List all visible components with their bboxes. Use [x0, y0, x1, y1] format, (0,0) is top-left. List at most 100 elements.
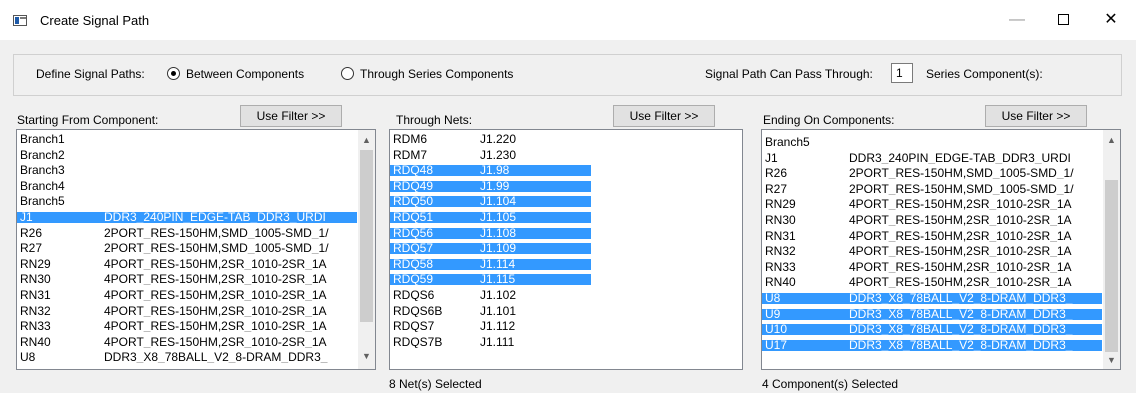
list-item-description: 4PORT_RES-150HM,2SR_1010-2SR_1A — [849, 246, 1072, 258]
scroll-up-icon[interactable]: ▲ — [358, 132, 375, 149]
list-item[interactable]: J1 DDR3_240PIN_EDGE-TAB_DDR3_URDI — [762, 153, 1102, 164]
list-item[interactable]: RN30 4PORT_RES-150HM,2SR_1010-2SR_1A — [17, 274, 357, 285]
scroll-down-icon[interactable]: ▼ — [358, 348, 375, 365]
list-item-description: 4PORT_RES-150HM,2SR_1010-2SR_1A — [849, 199, 1072, 211]
list-item[interactable]: U10 DDR3_X8_78BALL_V2_8-DRAM_DDR3_ — [762, 324, 1102, 336]
list-item-pin: J1.109 — [480, 243, 517, 255]
list-item[interactable]: Branch2 — [17, 150, 357, 161]
define-signal-paths-label: Define Signal Paths: — [36, 67, 145, 81]
title-bar[interactable]: Create Signal Path — ✕ — [0, 0, 1136, 40]
starting-component-list[interactable]: Branch1 Branch2 Branch3 Branch4 Branch5 J1 DDR… — [16, 129, 376, 370]
list-item[interactable]: RDM7 J1.230 — [390, 150, 591, 161]
list-item-description: DDR3_X8_78BALL_V2_8-DRAM_DDR3_ — [849, 339, 1073, 351]
list-item[interactable]: RN40 4PORT_RES-150HM,2SR_1010-2SR_1A — [17, 337, 357, 348]
radio-through-label[interactable]: Through Series Components — [360, 67, 513, 81]
starting-list-scrollbar[interactable]: ▲ ▼ — [358, 130, 375, 369]
list-item-name: RDQ57 — [393, 243, 434, 255]
list-item-name: Branch1 — [20, 134, 65, 145]
list-item-name: Branch5 — [20, 196, 65, 208]
list-item[interactable]: RN33 4PORT_RES-150HM,2SR_1010-2SR_1A — [17, 321, 357, 332]
list-item-description: DDR3_X8_78BALL_V2_8-DRAM_DDR3_ — [849, 308, 1073, 320]
list-item[interactable]: Branch3 — [17, 165, 357, 176]
minimize-button[interactable]: — — [994, 0, 1040, 40]
radio-between-label[interactable]: Between Components — [186, 67, 304, 81]
list-item[interactable]: RDQ48 J1.98 — [390, 165, 591, 177]
series-count-input[interactable]: 1 — [891, 63, 913, 83]
radio-through-series-components[interactable] — [341, 67, 354, 80]
radio-between-components[interactable] — [167, 67, 180, 80]
list-item[interactable]: RN32 4PORT_RES-150HM,2SR_1010-2SR_1A — [17, 306, 357, 317]
list-item[interactable]: RDQS7 J1.112 — [390, 321, 591, 332]
close-button[interactable]: ✕ — [1088, 0, 1134, 40]
list-item-description: DDR3_X8_78BALL_V2_8-DRAM_DDR3_ — [849, 324, 1073, 336]
list-item[interactable]: RDQ56 J1.108 — [390, 227, 591, 239]
list-item[interactable]: R26 2PORT_RES-150HM,SMD_1005-SMD_1/ — [17, 228, 357, 239]
list-item[interactable]: RN31 4PORT_RES-150HM,2SR_1010-2SR_1A — [762, 231, 1102, 242]
through-nets-label: Through Nets: — [396, 113, 473, 127]
ending-use-filter-button[interactable]: Use Filter >> — [985, 105, 1087, 127]
list-item-name: RN40 — [20, 336, 51, 348]
list-item[interactable]: R27 2PORT_RES-150HM,SMD_1005-SMD_1/ — [762, 184, 1102, 195]
list-item[interactable]: R26 2PORT_RES-150HM,SMD_1005-SMD_1/ — [762, 168, 1102, 179]
list-item-name: RDQ59 — [393, 274, 434, 286]
scroll-thumb[interactable] — [1105, 180, 1118, 352]
list-item[interactable]: U8 DDR3_X8_78BALL_V2_8-DRAM_DDR3_ — [17, 352, 357, 363]
list-item-name: RDQS7B — [393, 336, 443, 348]
list-item[interactable]: RN33 4PORT_RES-150HM,2SR_1010-2SR_1A — [762, 262, 1102, 273]
list-item[interactable]: U9 DDR3_X8_78BALL_V2_8-DRAM_DDR3_ — [762, 308, 1102, 320]
list-item[interactable]: RN40 4PORT_RES-150HM,2SR_1010-2SR_1A — [762, 277, 1102, 288]
starting-component-label: Starting From Component: — [17, 113, 159, 127]
list-item-name: RN30 — [765, 215, 796, 226]
components-selected-status: 4 Component(s) Selected — [762, 377, 899, 391]
list-item[interactable]: R27 2PORT_RES-150HM,SMD_1005-SMD_1/ — [17, 243, 357, 254]
list-item-name: U8 — [765, 293, 781, 304]
list-item[interactable]: RDQ50 J1.104 — [390, 196, 591, 208]
list-item-name: RN32 — [20, 305, 51, 317]
ending-list-scrollbar[interactable]: ▲ ▼ — [1103, 130, 1120, 369]
list-item[interactable]: RDQS6B J1.101 — [390, 306, 591, 317]
list-item-description: 4PORT_RES-150HM,2SR_1010-2SR_1A — [104, 258, 327, 270]
list-item[interactable]: RDQ59 J1.115 — [390, 274, 591, 286]
list-item[interactable]: RN32 4PORT_RES-150HM,2SR_1010-2SR_1A — [762, 246, 1102, 257]
list-item-name: RDM7 — [393, 149, 428, 161]
list-item[interactable]: Branch5 — [17, 196, 357, 207]
list-item[interactable]: RDQ57 J1.109 — [390, 243, 591, 255]
series-components-label: Series Component(s): — [926, 67, 1043, 81]
maximize-button[interactable] — [1040, 0, 1086, 40]
list-item[interactable]: RDM6 J1.220 — [390, 134, 591, 145]
list-item-pin: J1.230 — [480, 149, 517, 161]
list-item[interactable]: RDQ49 J1.99 — [390, 180, 591, 192]
list-item[interactable]: RN29 4PORT_RES-150HM,2SR_1010-2SR_1A — [762, 199, 1102, 210]
through-nets-list[interactable]: RDM6 J1.220 RDM7 J1.230 RDQ48 J1.98 RDQ49 J1.99… — [389, 129, 743, 370]
list-item-name: U17 — [765, 339, 788, 351]
list-item[interactable]: U8 DDR3_X8_78BALL_V2_8-DRAM_DDR3_ — [762, 293, 1102, 304]
starting-use-filter-button[interactable]: Use Filter >> — [240, 105, 342, 127]
list-item-name: RDQS7 — [393, 321, 435, 333]
list-item[interactable]: RN31 4PORT_RES-150HM,2SR_1010-2SR_1A — [17, 290, 357, 301]
list-item[interactable]: Branch1 — [17, 134, 357, 145]
list-item[interactable]: Branch5 — [762, 137, 1102, 148]
list-item-name: RN29 — [765, 199, 796, 211]
through-use-filter-button[interactable]: Use Filter >> — [613, 105, 715, 127]
list-item-name: RDM6 — [393, 134, 428, 145]
list-item-name: RN33 — [765, 261, 796, 273]
list-item-description: 4PORT_RES-150HM,2SR_1010-2SR_1A — [849, 230, 1072, 242]
list-item[interactable]: U17 DDR3_X8_78BALL_V2_8-DRAM_DDR3_ — [762, 339, 1102, 351]
list-item[interactable]: RDQ58 J1.114 — [390, 258, 591, 270]
scroll-thumb[interactable] — [360, 150, 373, 322]
list-item[interactable]: RN29 4PORT_RES-150HM,2SR_1010-2SR_1A — [17, 259, 357, 270]
list-item[interactable]: RDQ51 J1.105 — [390, 212, 591, 223]
radio-selected-dot — [171, 71, 176, 76]
list-item[interactable]: J1 DDR3_240PIN_EDGE-TAB_DDR3_URDI — [17, 212, 357, 223]
list-item[interactable]: RDQS7B J1.111 — [390, 337, 591, 348]
list-item[interactable]: RN30 4PORT_RES-150HM,2SR_1010-2SR_1A — [762, 215, 1102, 226]
ending-components-list[interactable]: Branch5 J1 DDR3_240PIN_EDGE-TAB_DDR3_URDI R… — [761, 129, 1121, 370]
list-item[interactable]: RDQS6 J1.102 — [390, 290, 591, 301]
app-window-icon — [13, 15, 27, 26]
list-item-description: 4PORT_RES-150HM,2SR_1010-2SR_1A — [849, 277, 1072, 289]
list-item-name: RDQ51 — [393, 212, 434, 223]
scroll-down-icon[interactable]: ▼ — [1103, 352, 1120, 369]
scroll-up-icon[interactable]: ▲ — [1103, 132, 1120, 149]
list-item[interactable]: Branch4 — [17, 181, 357, 192]
list-item-name: RN29 — [20, 258, 51, 270]
